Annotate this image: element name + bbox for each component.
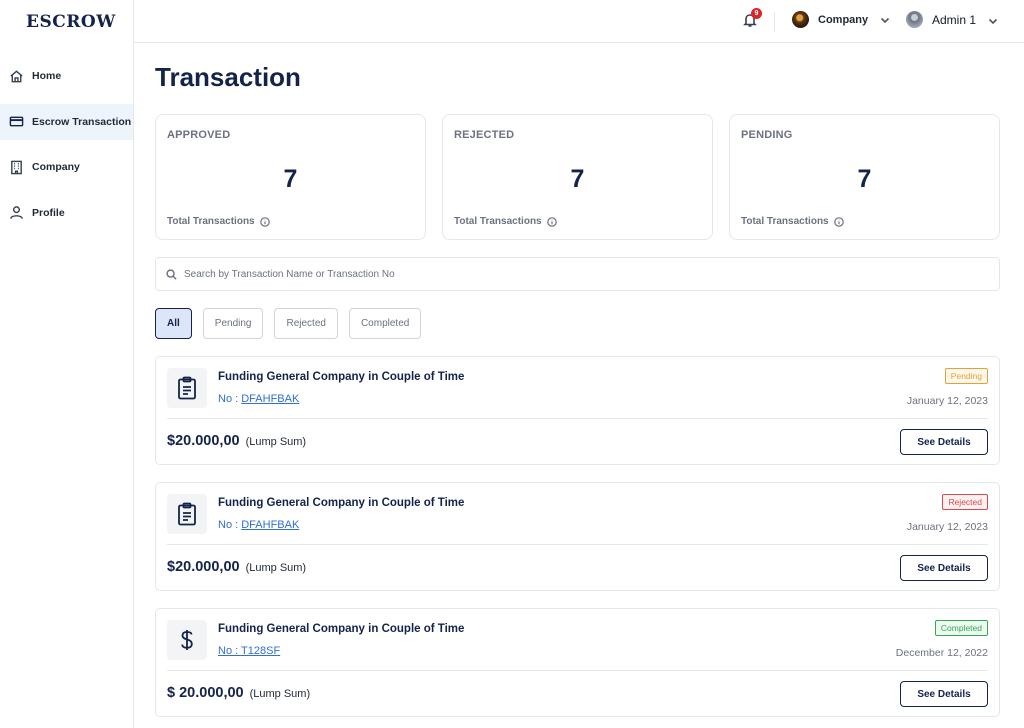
transaction-amount: $ 20.000,00 (Lump Sum) xyxy=(167,685,310,701)
search-box xyxy=(155,257,1000,291)
stat-footer: Total Transactions xyxy=(167,216,270,227)
stat-footer-label: Total Transactions xyxy=(741,216,829,227)
stat-footer-label: Total Transactions xyxy=(454,216,542,227)
filter-completed-button[interactable]: Completed xyxy=(348,308,422,339)
clipboard-icon xyxy=(167,494,207,534)
sidebar-item-profile[interactable]: Profile xyxy=(0,195,133,231)
amount-type: (Lump Sum) xyxy=(245,436,307,448)
amount-type: (Lump Sum) xyxy=(245,562,307,574)
top-header: 9 Company Admin 1 xyxy=(134,0,1024,43)
amount-value: $ 20.000,00 xyxy=(167,685,244,701)
amount-value: $20.000,00 xyxy=(167,433,240,449)
transaction-date: January 12, 2023 xyxy=(906,395,988,407)
transaction-card[interactable]: Funding General Company in Couple of Tim… xyxy=(155,482,1000,591)
info-icon[interactable] xyxy=(259,216,270,227)
page-title: Transaction xyxy=(155,62,301,92)
transaction-number: No : T128SF xyxy=(218,645,280,657)
transaction-title: Funding General Company in Couple of Tim… xyxy=(218,371,465,383)
transaction-amount: $20.000,00 (Lump Sum) xyxy=(167,433,306,449)
stat-footer: Total Transactions xyxy=(741,216,844,227)
stat-card-approved: APPROVED 7 Total Transactions xyxy=(155,114,426,240)
transaction-number: No : DFAHFBAK xyxy=(218,519,299,531)
stat-label: PENDING xyxy=(741,129,793,141)
status-badge: Pending xyxy=(944,368,988,384)
sidebar-item-company[interactable]: Company xyxy=(0,149,133,185)
company-dropdown-label: Company xyxy=(818,13,869,26)
status-badge: Rejected xyxy=(942,494,988,510)
stat-footer: Total Transactions xyxy=(454,216,557,227)
user-icon xyxy=(8,205,24,221)
transaction-number-link[interactable]: T128SF xyxy=(241,645,280,657)
stat-footer-label: Total Transactions xyxy=(167,216,255,227)
filter-pending-button[interactable]: Pending xyxy=(202,308,264,339)
stat-label: REJECTED xyxy=(454,129,515,141)
transaction-title: Funding General Company in Couple of Tim… xyxy=(218,623,465,635)
notification-badge: 9 xyxy=(751,8,762,19)
chevron-down-icon xyxy=(988,15,998,25)
company-dropdown[interactable]: Company xyxy=(792,11,890,28)
brand-logo[interactable]: ESCROW xyxy=(26,12,116,32)
filter-tabs: All Pending Rejected Completed xyxy=(155,308,432,339)
search-input[interactable] xyxy=(184,268,964,280)
transaction-number: No : DFAHFBAK xyxy=(218,393,299,405)
transaction-number-prefix: No : xyxy=(218,393,242,405)
sidebar-item-label: Escrow Transaction xyxy=(32,115,132,128)
clipboard-icon xyxy=(167,368,207,408)
admin-avatar xyxy=(906,11,923,28)
company-avatar xyxy=(792,11,809,28)
filter-all-button[interactable]: All xyxy=(155,308,192,339)
admin-dropdown-label: Admin 1 xyxy=(932,12,977,27)
stat-card-rejected: REJECTED 7 Total Transactions xyxy=(442,114,713,240)
amount-value: $20.000,00 xyxy=(167,559,240,575)
sidebar-item-label: Home xyxy=(32,70,62,82)
filter-rejected-button[interactable]: Rejected xyxy=(274,308,338,339)
transaction-title: Funding General Company in Couple of Tim… xyxy=(218,497,465,509)
transaction-number-prefix: No : xyxy=(218,519,242,531)
dollar-icon xyxy=(167,620,207,660)
info-icon[interactable] xyxy=(833,216,844,227)
header-divider xyxy=(774,12,775,32)
card-divider xyxy=(167,544,988,545)
info-icon[interactable] xyxy=(546,216,557,227)
chevron-down-icon xyxy=(880,15,890,25)
notification-button[interactable]: 9 xyxy=(742,8,762,30)
transaction-card[interactable]: Funding General Company in Couple of Tim… xyxy=(155,356,1000,465)
stat-value: 7 xyxy=(283,165,298,193)
transaction-number-link[interactable]: DFAHFBAK xyxy=(241,519,299,531)
card-divider xyxy=(167,670,988,671)
card-divider xyxy=(167,418,988,419)
transaction-amount: $20.000,00 (Lump Sum) xyxy=(167,559,306,575)
see-details-button[interactable]: See Details xyxy=(900,555,988,581)
sidebar-item-label: Profile xyxy=(32,206,65,219)
sidebar-nav: Home Escrow Transaction Company Profile xyxy=(0,58,133,240)
admin-dropdown[interactable]: Admin 1 xyxy=(906,11,998,28)
stat-value: 7 xyxy=(570,165,585,193)
transaction-date: January 12, 2023 xyxy=(906,521,988,533)
status-badge: Completed xyxy=(934,620,988,636)
sidebar-item-home[interactable]: Home xyxy=(0,58,133,94)
transaction-card[interactable]: Funding General Company in Couple of Tim… xyxy=(155,608,1000,717)
sidebar: ESCROW Home Escrow Transaction Company P… xyxy=(0,0,134,728)
see-details-button[interactable]: See Details xyxy=(900,681,988,707)
home-icon xyxy=(8,68,24,84)
sidebar-item-label: Company xyxy=(32,161,80,173)
see-details-button[interactable]: See Details xyxy=(900,429,988,455)
search-icon xyxy=(166,268,177,280)
transaction-number-prefix: No : xyxy=(218,645,242,657)
card-icon xyxy=(8,114,24,130)
transaction-date: December 12, 2022 xyxy=(895,647,988,659)
stat-value: 7 xyxy=(857,165,872,193)
transaction-number-link[interactable]: DFAHFBAK xyxy=(241,393,299,405)
stat-card-pending: PENDING 7 Total Transactions xyxy=(729,114,1000,240)
building-icon xyxy=(8,159,24,175)
stat-label: APPROVED xyxy=(167,129,231,141)
sidebar-item-escrow-transaction[interactable]: Escrow Transaction xyxy=(0,103,133,140)
amount-type: (Lump Sum) xyxy=(249,688,311,700)
